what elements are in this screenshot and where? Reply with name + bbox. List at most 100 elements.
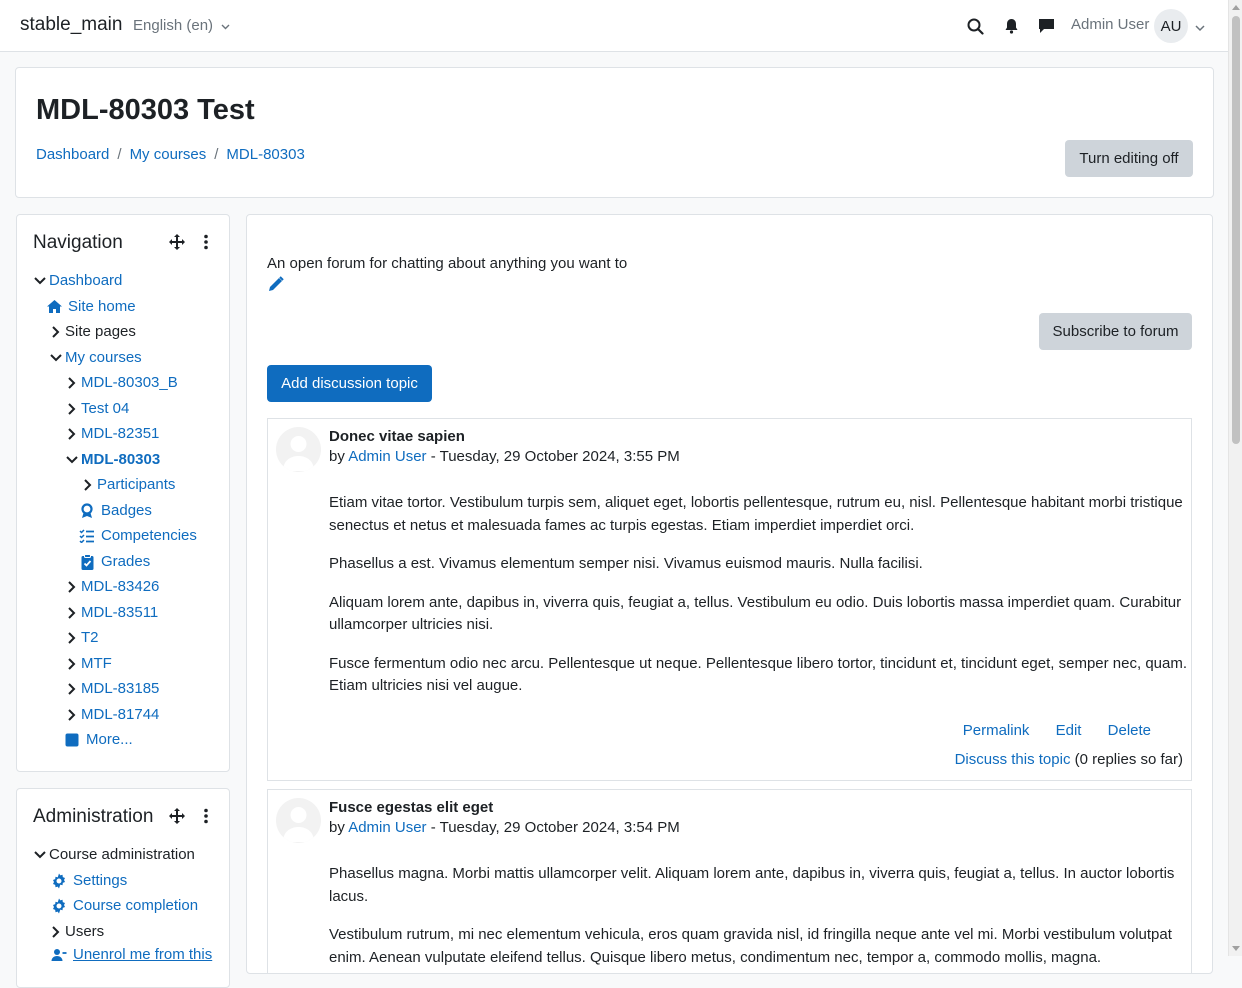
nav-item-label[interactable]: Dashboard <box>49 272 122 289</box>
delete-link[interactable]: Delete <box>1108 722 1151 739</box>
move-icon[interactable] <box>168 233 186 251</box>
chevron-down-icon[interactable] <box>33 850 47 859</box>
nav-item-course[interactable]: MDL-83185 <box>65 680 159 697</box>
turn-editing-off-button[interactable]: Turn editing off <box>1065 140 1193 177</box>
edit-link[interactable]: Edit <box>1056 722 1082 739</box>
post-subject: Fusce egestas elit eget <box>329 799 494 816</box>
nav-item-competencies[interactable]: Competencies <box>78 527 197 544</box>
nav-item-current-course[interactable]: MDL-80303 <box>65 451 160 468</box>
chevron-down-icon[interactable] <box>65 455 79 464</box>
admin-item-unenrol[interactable]: Unenrol me from this <box>50 946 212 963</box>
nav-item-course[interactable]: MDL-80303_B <box>65 374 178 391</box>
author-link[interactable]: Admin User <box>348 819 426 836</box>
nav-item-course[interactable]: T2 <box>65 629 99 646</box>
nav-item-label[interactable]: T2 <box>81 629 99 646</box>
chevron-right-icon[interactable] <box>65 402 79 415</box>
chevron-down-icon[interactable] <box>49 353 63 362</box>
nav-item-label[interactable]: Test 04 <box>81 400 129 417</box>
page-header: MDL-80303 Test Dashboard / My courses / MDL-… <box>15 67 1214 198</box>
nav-item-site-pages[interactable]: Site pages <box>49 323 136 340</box>
move-icon[interactable] <box>168 807 186 825</box>
chevron-right-icon[interactable] <box>65 427 79 440</box>
chevron-right-icon[interactable] <box>65 708 79 721</box>
nav-item-label[interactable]: My courses <box>65 349 142 366</box>
byline-by: by <box>329 448 345 465</box>
site-name-link[interactable]: stable_main <box>20 14 122 36</box>
breadcrumb-course[interactable]: MDL-80303 <box>226 146 304 163</box>
search-icon[interactable] <box>965 16 985 36</box>
admin-item-label[interactable]: Course completion <box>73 897 198 914</box>
language-menu[interactable]: English (en) <box>133 17 230 34</box>
nav-item-label[interactable]: MTF <box>81 655 112 672</box>
nav-item-grades[interactable]: Grades <box>78 553 150 570</box>
nav-item-more[interactable]: More... <box>63 731 133 748</box>
nav-item-label[interactable]: Participants <box>97 476 175 493</box>
chevron-right-icon[interactable] <box>65 657 79 670</box>
nav-item-course[interactable]: MTF <box>65 655 112 672</box>
admin-item-settings[interactable]: Settings <box>50 872 127 889</box>
scrollbar-thumb[interactable] <box>1232 16 1240 444</box>
nav-item-site-home[interactable]: Site home <box>45 298 136 315</box>
nav-item-label[interactable]: More... <box>86 731 133 748</box>
nav-item-label[interactable]: MDL-83511 <box>81 604 158 621</box>
chevron-right-icon[interactable] <box>49 325 63 338</box>
admin-item-users[interactable]: Users <box>49 923 104 940</box>
chevron-down-icon[interactable] <box>33 276 47 285</box>
user-avatar[interactable]: AU <box>1154 9 1188 43</box>
kebab-menu-icon[interactable] <box>197 233 215 251</box>
chevron-right-icon[interactable] <box>65 631 79 644</box>
user-name[interactable]: Admin User <box>1071 16 1149 33</box>
author-avatar[interactable] <box>276 798 321 843</box>
nav-item-label[interactable]: MDL-83185 <box>81 680 159 697</box>
admin-item-course-completion[interactable]: Course completion <box>50 897 198 914</box>
breadcrumb-dashboard[interactable]: Dashboard <box>36 146 109 163</box>
gear-icon <box>50 873 68 889</box>
nav-item-label[interactable]: Grades <box>101 553 150 570</box>
admin-item-course-administration[interactable]: Course administration <box>33 846 195 863</box>
nav-item-label[interactable]: Site home <box>68 298 136 315</box>
gear-icon <box>50 898 68 914</box>
nav-item-label[interactable]: MDL-83426 <box>81 578 159 595</box>
scroll-up-arrow-icon[interactable] <box>1232 5 1240 10</box>
chevron-right-icon[interactable] <box>65 682 79 695</box>
nav-item-my-courses[interactable]: My courses <box>49 349 142 366</box>
nav-item-label[interactable]: Badges <box>101 502 152 519</box>
chevron-right-icon[interactable] <box>49 925 63 938</box>
admin-item-label[interactable]: Settings <box>73 872 127 889</box>
kebab-menu-icon[interactable] <box>197 807 215 825</box>
main-content: An open forum for chatting about anythin… <box>246 214 1213 974</box>
chevron-down-icon[interactable] <box>1195 19 1205 36</box>
add-discussion-topic-button[interactable]: Add discussion topic <box>267 365 432 402</box>
subscribe-to-forum-button[interactable]: Subscribe to forum <box>1039 313 1192 350</box>
pencil-icon[interactable] <box>268 276 284 296</box>
chevron-right-icon[interactable] <box>81 478 95 491</box>
forum-post: Fusce egestas elit eget by Admin User - … <box>267 789 1192 973</box>
nav-item-label[interactable]: MDL-80303_B <box>81 374 178 391</box>
author-link[interactable]: Admin User <box>348 448 426 465</box>
nav-item-participants[interactable]: Participants <box>81 476 175 493</box>
nav-item-course[interactable]: MDL-83511 <box>65 604 158 621</box>
chevron-right-icon[interactable] <box>65 580 79 593</box>
permalink-link[interactable]: Permalink <box>963 722 1030 739</box>
author-avatar[interactable] <box>276 427 321 472</box>
nav-item-label[interactable]: MDL-81744 <box>81 706 159 723</box>
nav-item-course[interactable]: MDL-83426 <box>65 578 159 595</box>
discuss-topic-link[interactable]: Discuss this topic <box>955 751 1071 768</box>
nav-item-dashboard[interactable]: Dashboard <box>33 272 122 289</box>
chevron-right-icon[interactable] <box>65 606 79 619</box>
page-scrollbar[interactable] <box>1228 0 1242 956</box>
notification-bell-icon[interactable] <box>1001 16 1021 36</box>
nav-item-label[interactable]: MDL-80303 <box>81 451 160 468</box>
breadcrumb-my-courses[interactable]: My courses <box>130 146 207 163</box>
user-minus-icon <box>50 948 68 962</box>
nav-item-course[interactable]: MDL-81744 <box>65 706 159 723</box>
scroll-down-arrow-icon[interactable] <box>1232 946 1240 951</box>
nav-item-label[interactable]: Competencies <box>101 527 197 544</box>
nav-item-badges[interactable]: Badges <box>78 502 152 519</box>
messages-icon[interactable] <box>1036 16 1056 36</box>
nav-item-course[interactable]: MDL-82351 <box>65 425 159 442</box>
chevron-right-icon[interactable] <box>65 376 79 389</box>
nav-item-label[interactable]: MDL-82351 <box>81 425 159 442</box>
admin-item-label[interactable]: Unenrol me from this <box>73 946 212 963</box>
nav-item-course[interactable]: Test 04 <box>65 400 129 417</box>
